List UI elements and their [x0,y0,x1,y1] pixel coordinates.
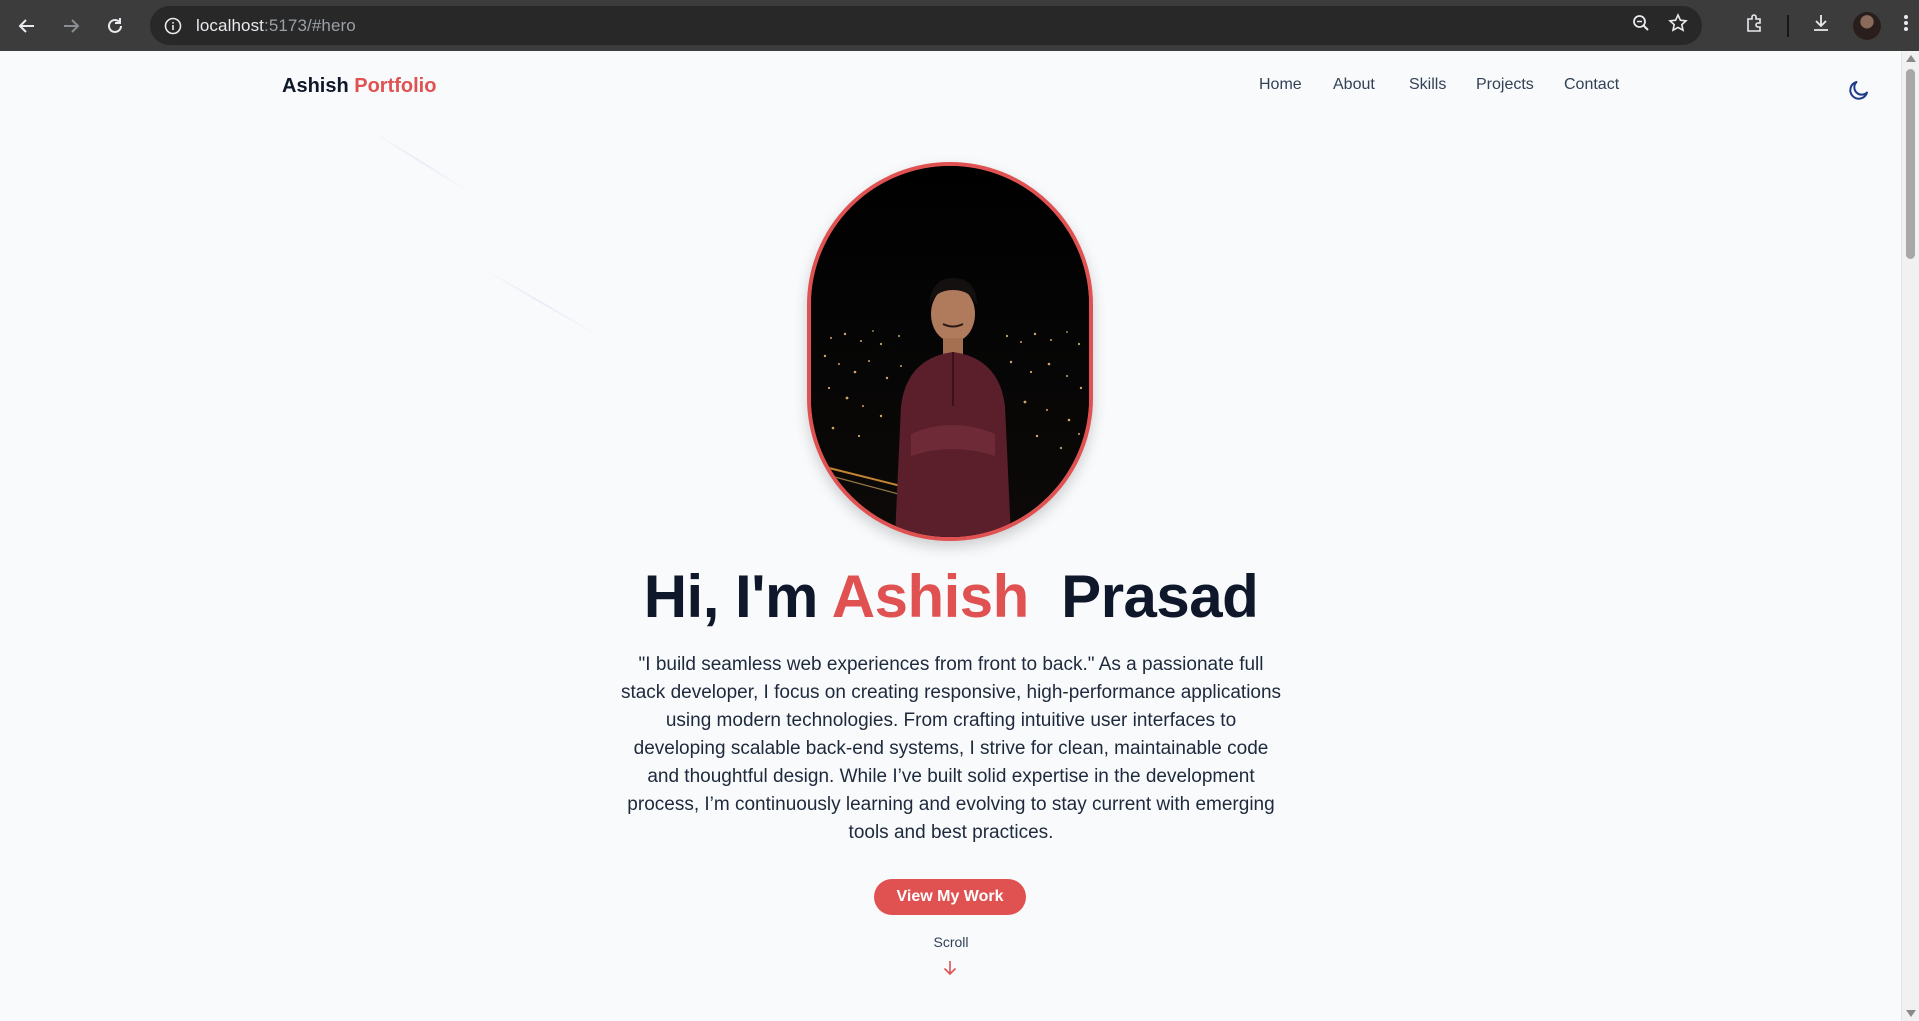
nav-link-home[interactable]: Home [1259,76,1302,94]
address-bar[interactable]: localhost:5173/#hero [150,6,1702,45]
view-my-work-button[interactable]: View My Work [874,879,1026,915]
scrollbar-thumb[interactable] [1906,69,1915,259]
nav-link-projects[interactable]: Projects [1476,76,1534,94]
logo-accent-text: Portfolio [354,75,437,97]
scroll-label[interactable]: Scroll [0,934,1902,950]
hero-description: "I build seamless web experiences from f… [620,654,1282,843]
background-streak [369,129,469,192]
toolbar-divider [1787,14,1789,37]
reload-icon[interactable] [93,4,137,48]
page-viewport: Ashish Portfolio Home About Skills Proje… [0,51,1902,1021]
site-header: Ashish Portfolio Home About Skills Proje… [0,51,1902,121]
nav-link-about[interactable]: About [1333,76,1375,94]
menu-dots-icon[interactable] [1903,13,1909,38]
profile-avatar[interactable] [1853,11,1881,40]
url-host: localhost [196,15,264,35]
page-scrollbar[interactable] [1901,51,1919,1021]
nav-link-contact[interactable]: Contact [1564,76,1619,94]
background-streak [484,269,599,336]
bookmark-star-icon[interactable] [1668,13,1688,38]
hero-first-name: Ashish [831,563,1030,630]
nav-link-skills[interactable]: Skills [1409,76,1446,94]
browser-toolbar: localhost:5173/#hero [0,0,1919,51]
scroll-down-icon[interactable] [1906,1010,1916,1017]
scroll-up-icon[interactable] [1906,55,1916,62]
download-icon[interactable] [1811,13,1831,38]
moon-icon[interactable] [1847,78,1871,102]
profile-photo [807,162,1093,541]
hero-greeting: Hi, I'm [643,563,819,630]
hero-title: Hi, I'm Ashish Prasad [0,561,1902,633]
url-text[interactable]: localhost:5173/#hero [196,16,356,36]
arrow-down-icon[interactable] [943,960,957,976]
forward-arrow-icon[interactable] [49,4,93,48]
zoom-icon[interactable] [1632,14,1650,37]
back-arrow-icon[interactable] [5,4,49,48]
site-logo[interactable]: Ashish Portfolio [282,75,436,98]
site-info-icon[interactable] [162,15,184,37]
url-path: :5173/#hero [264,15,356,35]
logo-primary-text: Ashish [282,75,349,97]
extensions-icon[interactable] [1745,13,1765,38]
hero-last-name: Prasad [1061,563,1259,630]
